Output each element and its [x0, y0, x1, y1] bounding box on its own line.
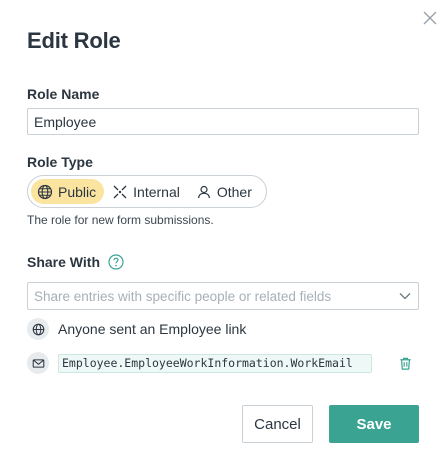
user-icon — [197, 185, 210, 198]
share-with-label: Share With — [27, 254, 100, 270]
internal-icon — [113, 185, 127, 198]
share-entry: Anyone sent an Employee link — [27, 318, 246, 340]
role-type-option-public[interactable]: Public — [31, 179, 105, 204]
role-type-label: Role Type — [27, 154, 93, 170]
trash-icon — [399, 357, 411, 370]
share-entry-icon-wrap — [27, 352, 49, 374]
role-type-selector: Public Internal Other — [27, 175, 267, 208]
delete-entry-button[interactable] — [396, 354, 414, 372]
share-with-heading: Share With — [27, 254, 124, 270]
close-button[interactable] — [420, 8, 440, 28]
dialog-title: Edit Role — [27, 28, 121, 53]
globe-icon — [37, 184, 53, 199]
share-entry: Employee.EmployeeWorkInformation.WorkEma… — [27, 352, 372, 374]
role-type-option-internal[interactable]: Internal — [106, 179, 188, 204]
role-name-input[interactable] — [27, 108, 419, 135]
role-type-option-label: Public — [58, 183, 97, 200]
role-type-option-other[interactable]: Other — [190, 179, 260, 204]
share-entry-icon-wrap — [27, 318, 49, 340]
share-entry-text: Anyone sent an Employee link — [58, 321, 247, 337]
share-with-select[interactable]: Share entries with specific people or re… — [27, 282, 419, 310]
role-type-option-label: Internal — [133, 183, 180, 200]
role-name-label: Role Name — [27, 86, 100, 102]
share-entry-field-chip: Employee.EmployeeWorkInformation.WorkEma… — [58, 353, 372, 373]
role-type-option-label: Other — [216, 183, 252, 200]
chevron-down-icon — [399, 293, 411, 300]
mail-icon — [32, 358, 44, 368]
cancel-button[interactable]: Cancel — [242, 405, 313, 443]
edit-role-dialog: Edit Role Role Name Role Type Public Int… — [0, 0, 446, 472]
close-icon — [423, 11, 437, 25]
save-button[interactable]: Save — [329, 405, 419, 443]
role-type-hint: The role for new form submissions. — [27, 213, 214, 227]
globe-icon — [32, 323, 44, 335]
help-icon[interactable] — [108, 254, 124, 270]
share-with-placeholder: Share entries with specific people or re… — [34, 288, 332, 304]
